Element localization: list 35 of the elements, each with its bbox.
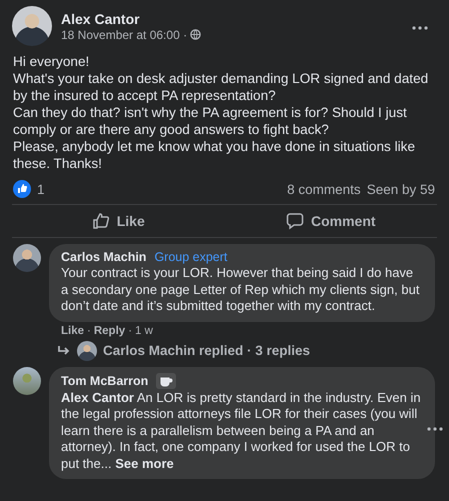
comment-button[interactable]: Comment	[224, 208, 437, 234]
commenter-name[interactable]: Carlos Machin	[61, 250, 146, 264]
globe-icon	[190, 29, 202, 40]
post-time[interactable]: 18 November at 06:00 ·	[61, 28, 188, 42]
reply-arrow-icon	[57, 344, 71, 356]
post-text: What's your take on desk adjuster demanding LOR signed and dated by the insured to accept PA representation?	[13, 70, 430, 104]
like-button[interactable]: Like	[12, 208, 224, 234]
comment-action-link[interactable]: Like	[61, 324, 84, 336]
coffee-cup-icon	[156, 372, 176, 388]
comment-action-link[interactable]: Reply	[94, 324, 126, 336]
post-text: Hi everyone!	[13, 53, 90, 70]
member-badge[interactable]: Group expert	[154, 250, 228, 264]
like-reaction-icon	[13, 180, 31, 198]
commenter-name[interactable]: Tom McBarron	[61, 374, 148, 388]
thumbs-up-icon	[92, 212, 110, 230]
comment-count[interactable]: 8 comments	[287, 182, 361, 196]
comment-text: Your contract is your LOR. However that being said I do have a secondary one page Letter of Rep which my clients sign, but don’t date and it’s submitted together with my contract.	[61, 265, 420, 314]
separator-dot: ·	[128, 324, 132, 336]
more-icon[interactable]	[412, 26, 428, 30]
avatar[interactable]	[12, 6, 52, 46]
post-text: Please, anybody let me know what you have done in situations like these. Thanks!	[13, 138, 416, 172]
comment-age: 1 w	[135, 324, 153, 336]
comment-text: Alex Cantor An LOR is pretty standard in the industry. Even in the legal profession attorneys file LOR for their cases (you will learn there is a parallelism between being a PA and an attorney). In fact, one company I worked for used the LOR to put the... See more	[61, 390, 422, 472]
see-more-link[interactable]: See more	[115, 456, 174, 470]
replies-link[interactable]: Carlos Machin replied · 3 replies	[103, 343, 310, 358]
seen-count[interactable]: Seen by 59	[366, 182, 435, 196]
separator-dot: ·	[87, 324, 91, 336]
more-icon[interactable]	[427, 426, 443, 430]
author-name[interactable]: Alex Cantor	[61, 10, 202, 26]
reaction-count[interactable]: 1	[37, 182, 45, 196]
post-text: Can they do that? isn't why the PA agreement is for? Should I just comply or are there any good answers to fight back?	[13, 104, 408, 138]
speech-bubble-icon	[286, 212, 304, 230]
avatar[interactable]	[13, 244, 41, 272]
avatar[interactable]	[13, 366, 41, 394]
avatar[interactable]	[77, 340, 97, 360]
